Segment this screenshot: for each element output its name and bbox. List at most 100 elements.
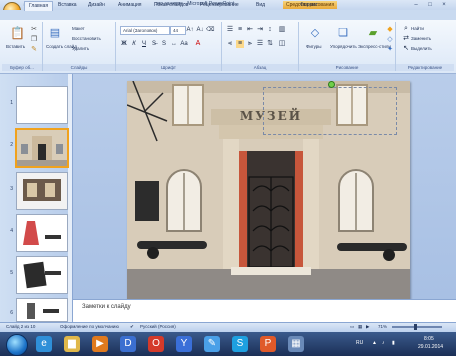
spellcheck-icon[interactable]: ✔ <box>130 324 134 330</box>
shape-fill-icon[interactable]: ◆ <box>386 26 394 34</box>
bullets-icon[interactable]: ☰ <box>226 26 234 34</box>
tab-insert[interactable]: Вставка <box>54 1 81 10</box>
select-icon[interactable]: ↖ <box>402 45 410 53</box>
slide-thumbnail-1[interactable] <box>16 86 68 124</box>
normal-view-icon[interactable]: ▭ <box>350 324 354 330</box>
format-painter-icon[interactable]: ✎ <box>30 46 38 54</box>
increase-indent-icon[interactable]: ⇥ <box>256 26 264 34</box>
smartart-icon[interactable]: ◫ <box>278 40 286 48</box>
shape-outline-icon[interactable]: ◇ <box>386 36 394 44</box>
slideshow-view-icon[interactable]: ▶ <box>366 324 369 330</box>
zoom-slider[interactable] <box>392 326 442 328</box>
slide-thumbnail-3[interactable] <box>16 172 68 210</box>
slide-thumbnail-4[interactable] <box>16 214 68 252</box>
tray-arrow-icon[interactable]: ▲ <box>372 340 377 346</box>
italic-button[interactable]: К <box>130 40 138 48</box>
copy-icon[interactable]: ❐ <box>30 36 38 44</box>
quick-styles-icon[interactable]: ▰ <box>366 26 380 40</box>
language-indicator[interactable]: Русский (Россия) <box>140 324 176 329</box>
maximize-button[interactable]: □ <box>424 1 436 9</box>
font-color-icon[interactable]: A <box>194 40 202 48</box>
align-center-icon[interactable]: ≡ <box>236 40 244 48</box>
columns-icon[interactable]: ▥ <box>278 26 286 34</box>
font-name-field[interactable]: Arial (Заголовок) <box>120 26 170 35</box>
sorter-view-icon[interactable]: ▦ <box>358 324 362 330</box>
powerpoint-taskbar-icon[interactable]: P <box>260 336 276 352</box>
app-d-icon[interactable]: D <box>120 336 136 352</box>
shape-effects-icon[interactable]: ✦ <box>386 46 394 54</box>
delete-button[interactable]: Удалить <box>72 46 89 51</box>
tab-animation[interactable]: Анимация <box>114 1 145 10</box>
interior-thumbnail-icon <box>17 173 67 209</box>
find-icon[interactable]: ⌕ <box>402 25 410 33</box>
decrease-indent-icon[interactable]: ⇤ <box>246 26 254 34</box>
strikethrough-icon[interactable]: S̶ <box>150 40 158 48</box>
arrange-button[interactable]: Упорядочить <box>330 44 357 49</box>
notes-pane[interactable] <box>73 299 456 322</box>
slide-thumbnail-5[interactable] <box>16 256 68 294</box>
layout-button[interactable]: Макет <box>72 26 85 31</box>
volume-icon[interactable]: ♪ <box>382 340 385 346</box>
shadow-icon[interactable]: S <box>160 40 168 48</box>
find-button[interactable]: Найти <box>411 26 424 31</box>
paint-icon[interactable]: ✎ <box>204 336 220 352</box>
change-case-icon[interactable]: Aa <box>180 40 188 48</box>
char-spacing-icon[interactable]: ↔ <box>170 40 178 48</box>
tab-review[interactable]: Рецензирование <box>196 1 243 10</box>
media-player-icon[interactable]: ▶ <box>92 336 108 352</box>
select-button[interactable]: Выделить <box>411 46 432 51</box>
text-direction-icon[interactable]: ⇅ <box>266 40 274 48</box>
cut-icon[interactable]: ✂ <box>30 26 38 34</box>
tab-design[interactable]: Дизайн <box>84 1 109 10</box>
grow-font-icon[interactable]: A↑ <box>186 26 194 34</box>
selection-box[interactable] <box>263 87 397 135</box>
paste-button[interactable]: Вставить <box>6 44 25 49</box>
tab-format[interactable]: Формат <box>296 1 322 10</box>
shapes-icon[interactable]: ◇ <box>308 26 322 40</box>
bold-button[interactable]: Ж <box>120 40 128 48</box>
line-spacing-icon[interactable]: ↕ <box>266 26 274 34</box>
skype-icon[interactable]: S <box>232 336 248 352</box>
slide-thumbnail-2[interactable] <box>15 128 69 168</box>
shrink-font-icon[interactable]: A↓ <box>196 26 204 34</box>
start-button[interactable] <box>6 334 28 356</box>
justify-icon[interactable]: ☰ <box>256 40 264 48</box>
slide-thumbnail-6[interactable] <box>16 298 68 322</box>
ie-icon[interactable]: e <box>36 336 52 352</box>
network-icon[interactable]: ▮ <box>392 340 395 346</box>
slides-panel-scrollbar[interactable] <box>68 74 72 322</box>
shapes-button[interactable]: Фигуры <box>306 44 322 49</box>
slide-number: 2 <box>10 142 13 148</box>
tab-slideshow[interactable]: Показ слайдов <box>150 1 192 10</box>
opera-icon[interactable]: O <box>148 336 164 352</box>
reset-button[interactable]: Восстановить <box>72 36 101 41</box>
book-thumbnail-icon <box>17 257 67 293</box>
calculator-icon[interactable]: ▦ <box>288 336 304 352</box>
group-label: Буфер об... <box>2 64 42 71</box>
slide-canvas[interactable]: МУЗЕЙ <box>127 81 410 300</box>
replace-icon[interactable]: ⇄ <box>402 35 410 43</box>
underline-button[interactable]: Ч <box>140 40 148 48</box>
numbering-icon[interactable]: ≡ <box>236 26 244 34</box>
zoom-slider-thumb[interactable] <box>414 324 417 330</box>
group-label: Слайды <box>43 64 115 71</box>
arrange-icon[interactable]: ❏ <box>336 26 350 40</box>
replace-button[interactable]: Заменить <box>411 36 431 41</box>
yandex-icon[interactable]: Y <box>176 336 192 352</box>
language-tray[interactable]: RU <box>356 340 363 346</box>
minimize-button[interactable]: – <box>410 1 422 9</box>
close-button[interactable]: × <box>438 1 450 9</box>
clear-format-icon[interactable]: ⌫ <box>206 26 214 34</box>
paste-icon[interactable]: 📋 <box>10 26 25 40</box>
tab-home[interactable]: Главная <box>24 1 54 11</box>
group-label: Абзац <box>222 64 298 71</box>
rotate-handle-icon[interactable] <box>328 81 335 88</box>
font-size-field[interactable]: 44 <box>170 26 186 35</box>
group-label: Шрифт <box>116 64 221 71</box>
zoom-level[interactable]: 71% <box>378 324 387 329</box>
folder-icon[interactable]: ▆ <box>64 336 80 352</box>
align-left-icon[interactable]: ⫷ <box>226 40 234 48</box>
align-right-icon[interactable]: ⫸ <box>246 40 254 48</box>
new-slide-icon[interactable]: ▤ <box>48 26 62 40</box>
tab-view[interactable]: Вид <box>252 1 269 10</box>
